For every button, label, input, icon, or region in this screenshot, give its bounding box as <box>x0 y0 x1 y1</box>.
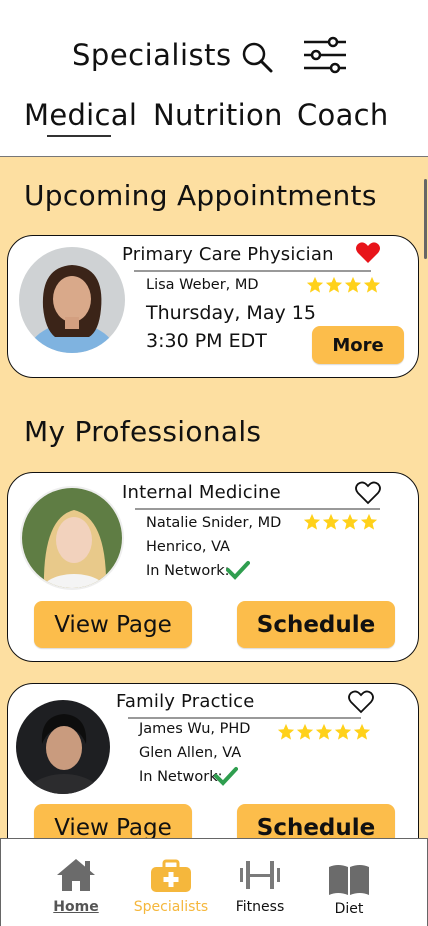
app-header: Specialists Medical Nutrition Coach <box>0 0 428 157</box>
my-professionals-heading: My Professionals <box>24 415 262 448</box>
doctor-name: Lisa Weber, MD <box>146 277 259 293</box>
upcoming-appointments-heading: Upcoming Appointments <box>24 179 377 212</box>
star-icon <box>344 276 362 293</box>
star-icon <box>277 723 295 740</box>
more-button[interactable]: More <box>312 326 404 364</box>
nav-diet[interactable]: Diet <box>301 839 397 926</box>
avatar <box>16 700 110 794</box>
home-icon <box>57 859 95 891</box>
scrollbar[interactable] <box>424 179 427 259</box>
star-icon <box>315 723 333 740</box>
doctor-location: Henrico, VA <box>146 539 230 555</box>
doctor-name: Natalie Snider, MD <box>146 515 282 531</box>
network-label: In Network: <box>146 563 230 579</box>
heart-outline-icon[interactable] <box>355 481 381 505</box>
rating-stars <box>306 276 381 294</box>
medical-kit-icon <box>151 859 191 892</box>
star-icon <box>363 276 381 293</box>
avatar <box>20 486 124 590</box>
divider <box>128 717 361 719</box>
main-content: Upcoming Appointments Primary Care Physi… <box>0 157 428 838</box>
nav-home[interactable]: Home <box>28 839 124 926</box>
star-icon <box>360 513 378 530</box>
divider <box>135 508 380 510</box>
avatar <box>19 247 125 353</box>
bottom-navigation: Home Specialists Fitness Diet <box>0 838 428 926</box>
star-icon <box>303 513 321 530</box>
specialty-label: Family Practice <box>116 691 255 712</box>
nav-label-specialists: Specialists <box>133 899 209 915</box>
filter-icon[interactable] <box>302 36 348 76</box>
active-tab-indicator <box>47 135 111 137</box>
tab-medical[interactable]: Medical <box>24 98 137 132</box>
appointment-date: Thursday, May 15 <box>146 302 316 324</box>
nav-label-diet: Diet <box>334 901 364 917</box>
checkmark-icon <box>214 767 238 786</box>
nav-specialists[interactable]: Specialists <box>123 839 219 926</box>
view-page-button[interactable]: View Page <box>34 804 192 838</box>
nav-label-fitness: Fitness <box>235 899 285 915</box>
star-icon <box>353 723 371 740</box>
specialty-label: Primary Care Physician <box>122 244 334 265</box>
schedule-button[interactable]: Schedule <box>237 804 395 838</box>
rating-stars <box>303 513 378 531</box>
tab-nutrition[interactable]: Nutrition <box>153 98 283 132</box>
checkmark-icon <box>226 561 250 580</box>
nav-fitness[interactable]: Fitness <box>212 839 308 926</box>
star-icon <box>306 276 324 293</box>
schedule-button[interactable]: Schedule <box>237 601 395 648</box>
network-label: In Network: <box>139 769 223 785</box>
professional-card[interactable]: Internal Medicine Natalie Snider, MD Hen… <box>7 472 419 662</box>
appointment-time: 3:30 PM EDT <box>146 330 267 352</box>
specialty-label: Internal Medicine <box>122 482 281 503</box>
nav-label-home: Home <box>53 899 99 915</box>
book-icon <box>329 865 369 895</box>
star-icon <box>325 276 343 293</box>
dumbbell-icon <box>240 861 280 889</box>
heart-filled-icon[interactable] <box>355 241 381 265</box>
star-icon <box>322 513 340 530</box>
appointment-card[interactable]: Primary Care Physician Lisa Weber, MD Th… <box>7 235 419 378</box>
star-icon <box>341 513 359 530</box>
page-title: Specialists <box>72 38 232 72</box>
star-icon <box>296 723 314 740</box>
star-icon <box>334 723 352 740</box>
doctor-name: James Wu, PHD <box>139 721 251 737</box>
heart-outline-icon[interactable] <box>348 690 374 714</box>
tab-coach[interactable]: Coach <box>297 98 389 132</box>
category-tabs: Medical Nutrition Coach <box>0 98 428 142</box>
divider <box>134 270 371 272</box>
search-icon[interactable] <box>240 40 274 74</box>
view-page-button[interactable]: View Page <box>34 601 192 648</box>
doctor-location: Glen Allen, VA <box>139 745 242 761</box>
professional-card[interactable]: Family Practice James Wu, PHD Glen Allen… <box>7 683 419 838</box>
rating-stars <box>277 723 371 741</box>
